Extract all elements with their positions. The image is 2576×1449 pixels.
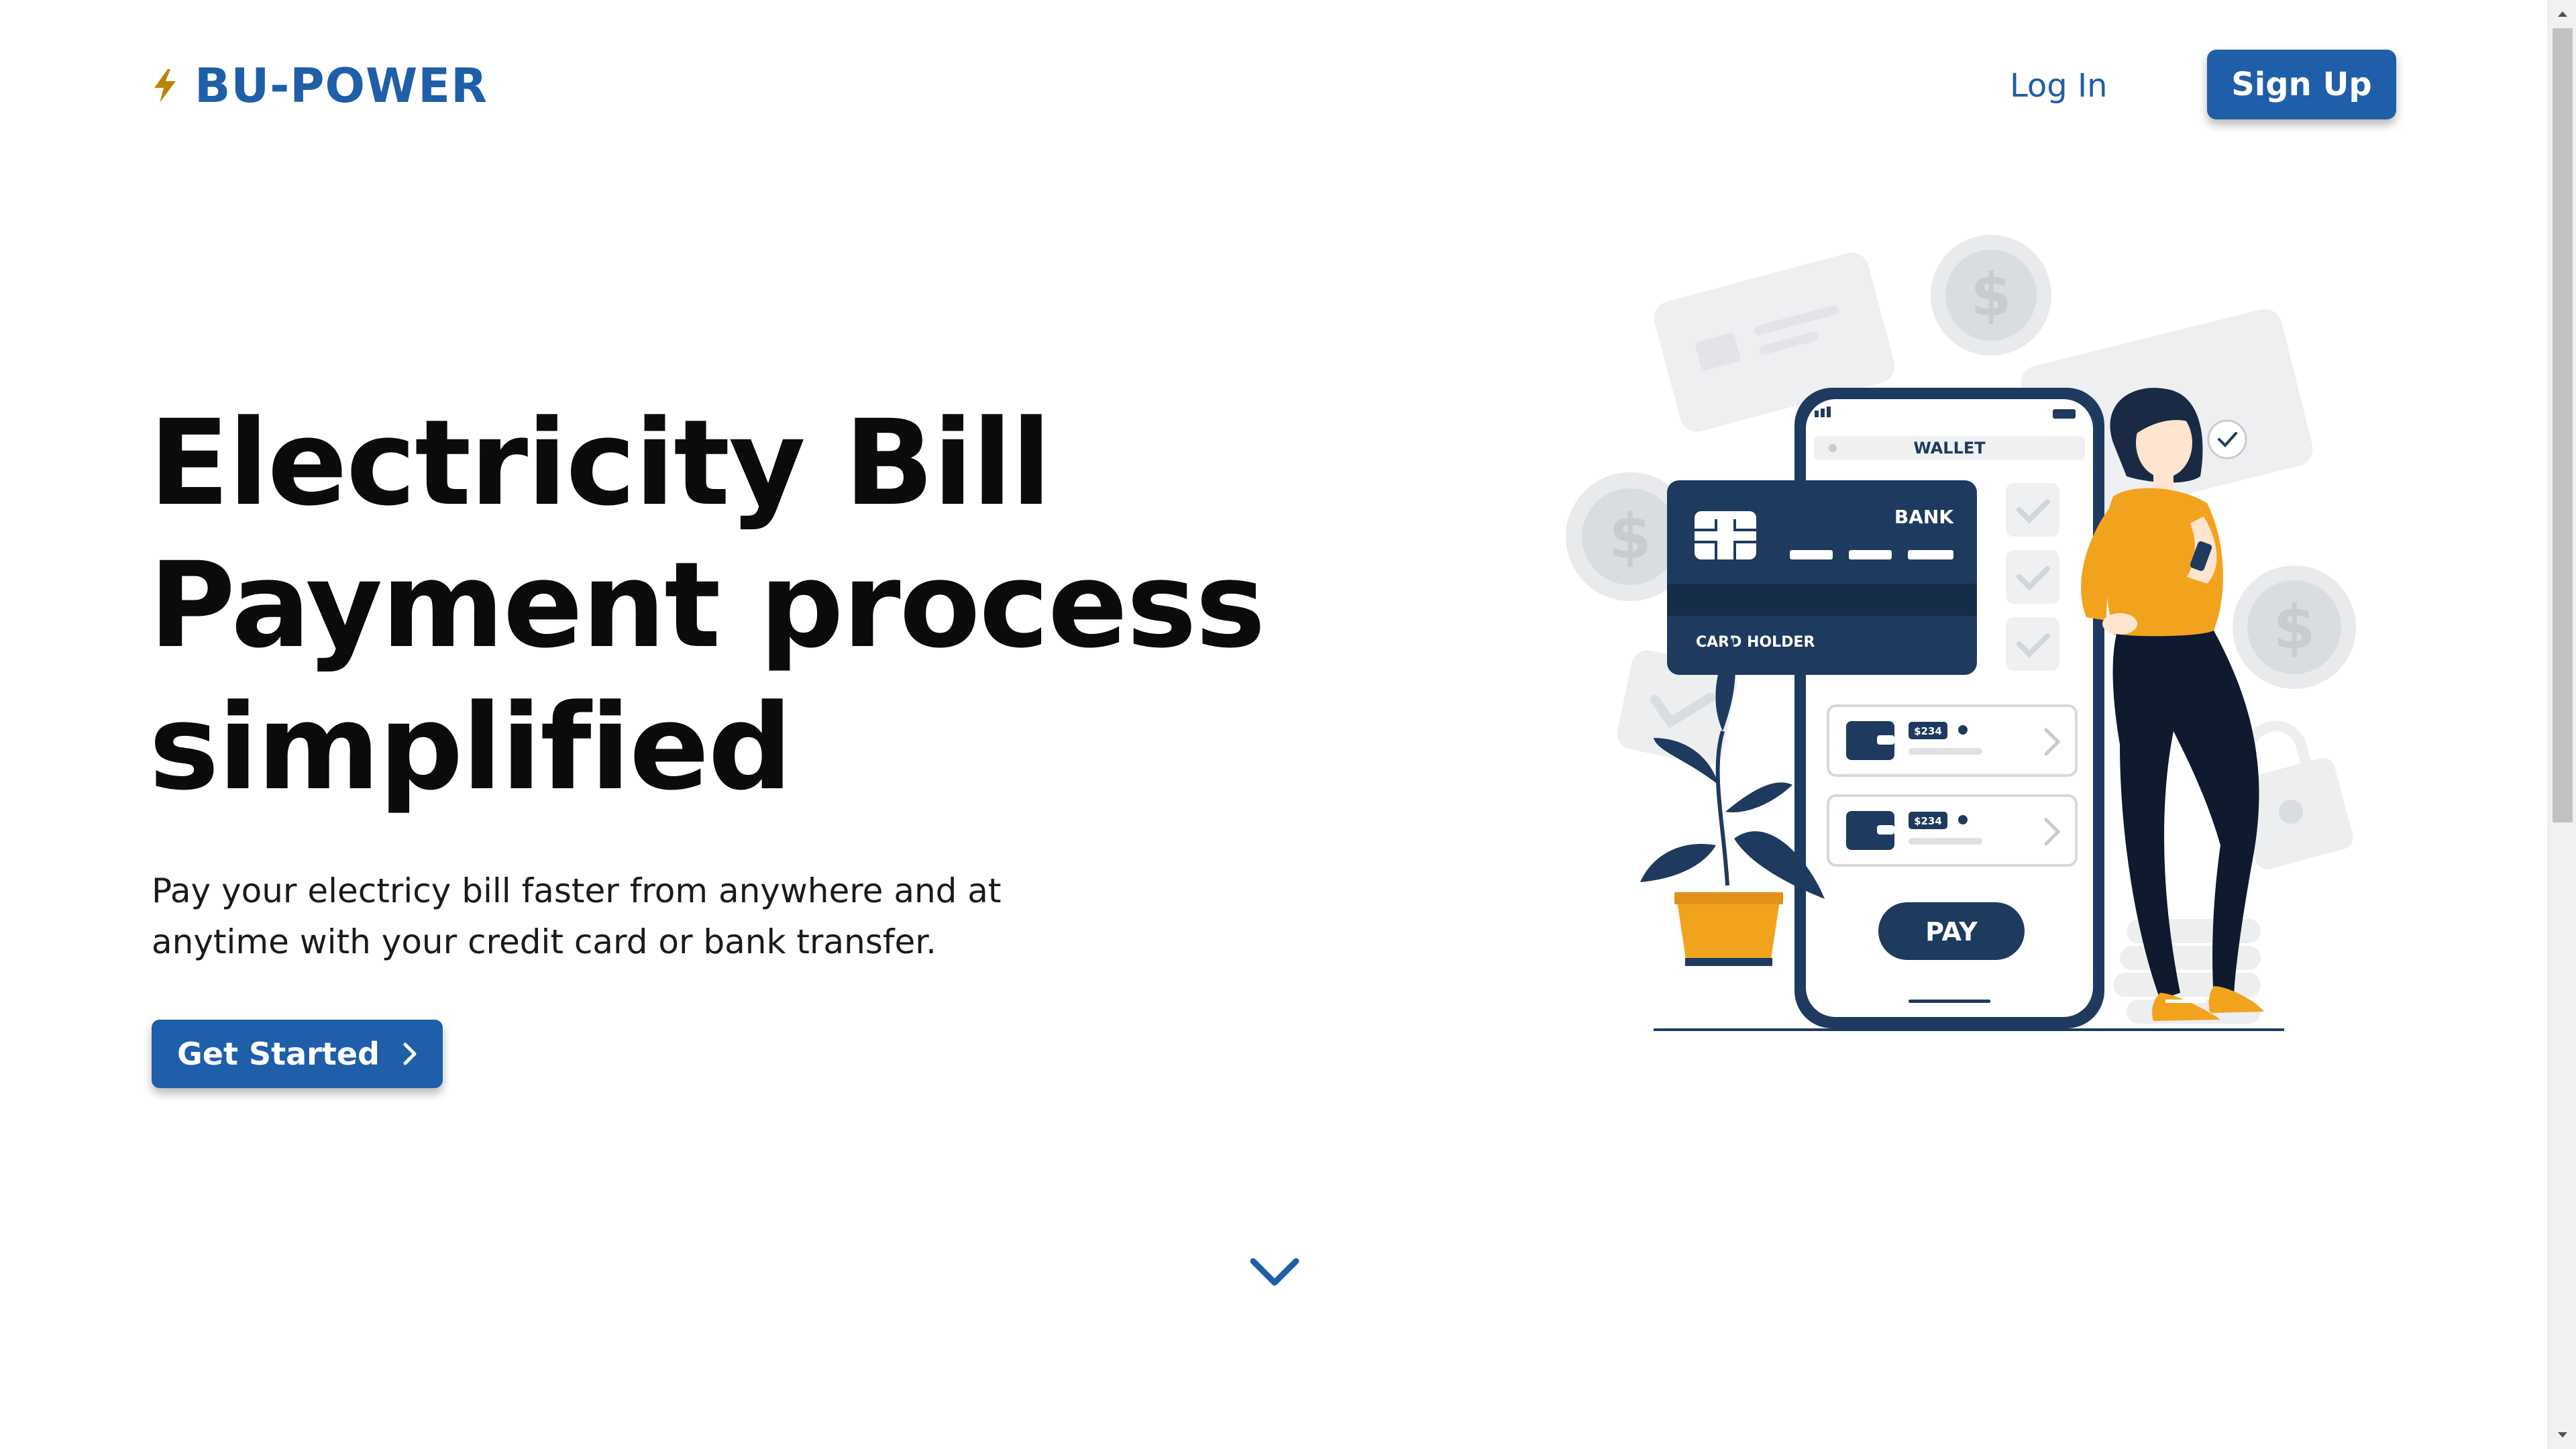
vertical-scrollbar[interactable] <box>2548 0 2576 1449</box>
scroll-down-arrow-icon[interactable] <box>2548 1421 2576 1449</box>
coin-icon: $ <box>2233 566 2356 689</box>
landing-page: BU-POWER Log In Sign Up Electricity Bill… <box>0 0 2576 1449</box>
chevron-down-icon <box>1249 1256 1300 1289</box>
transaction-amount: $234 <box>1914 815 1942 827</box>
hero-subtitle: Pay your electricy bill faster from anyw… <box>152 865 1091 967</box>
hero-subtitle-line: anytime with your credit card or bank tr… <box>152 922 937 961</box>
get-started-button[interactable]: Get Started <box>152 1020 443 1088</box>
hero-title-line: simplified <box>149 679 792 816</box>
transaction-row: $234 <box>1827 704 2078 777</box>
svg-text:$: $ <box>1970 260 2011 329</box>
pay-label: PAY <box>1925 917 1978 947</box>
pay-button: PAY <box>1878 902 2025 960</box>
login-link[interactable]: Log In <box>2010 59 2108 113</box>
get-started-label: Get Started <box>177 1036 380 1072</box>
card-holder-label: CARD HOLDER <box>1696 634 1815 651</box>
bank-card-icon: BANK CARD HOLDER <box>1667 480 1977 675</box>
wallet-label: WALLET <box>1913 439 1986 458</box>
coin-icon: $ <box>1931 235 2051 356</box>
hero-title: Electricity Bill Payment process simplif… <box>149 392 1266 819</box>
brand-name: BU-POWER <box>195 58 488 113</box>
payment-illustration: $ $ $ WALLET $234 $234 PAY BANK CARD HOL… <box>1543 221 2388 1046</box>
card-bank-label: BANK <box>1894 506 1954 528</box>
lightning-bolt-icon <box>153 69 177 103</box>
svg-text:$: $ <box>2273 592 2316 663</box>
hero-title-line: Electricity Bill <box>149 394 1051 532</box>
scroll-up-arrow-icon[interactable] <box>2548 0 2576 28</box>
svg-text:$: $ <box>1609 501 1652 573</box>
signup-button[interactable]: Sign Up <box>2207 50 2396 119</box>
brand-logo[interactable]: BU-POWER <box>153 52 488 119</box>
transaction-row: $234 <box>1827 794 2078 867</box>
scrollbar-thumb[interactable] <box>2553 28 2573 822</box>
transaction-amount: $234 <box>1914 725 1942 737</box>
hero-subtitle-line: Pay your electricy bill faster from anyw… <box>152 871 1002 910</box>
chevron-right-icon <box>402 1042 417 1066</box>
scroll-down-button[interactable] <box>1249 1256 1300 1289</box>
hero-title-line: Payment process <box>149 537 1266 674</box>
